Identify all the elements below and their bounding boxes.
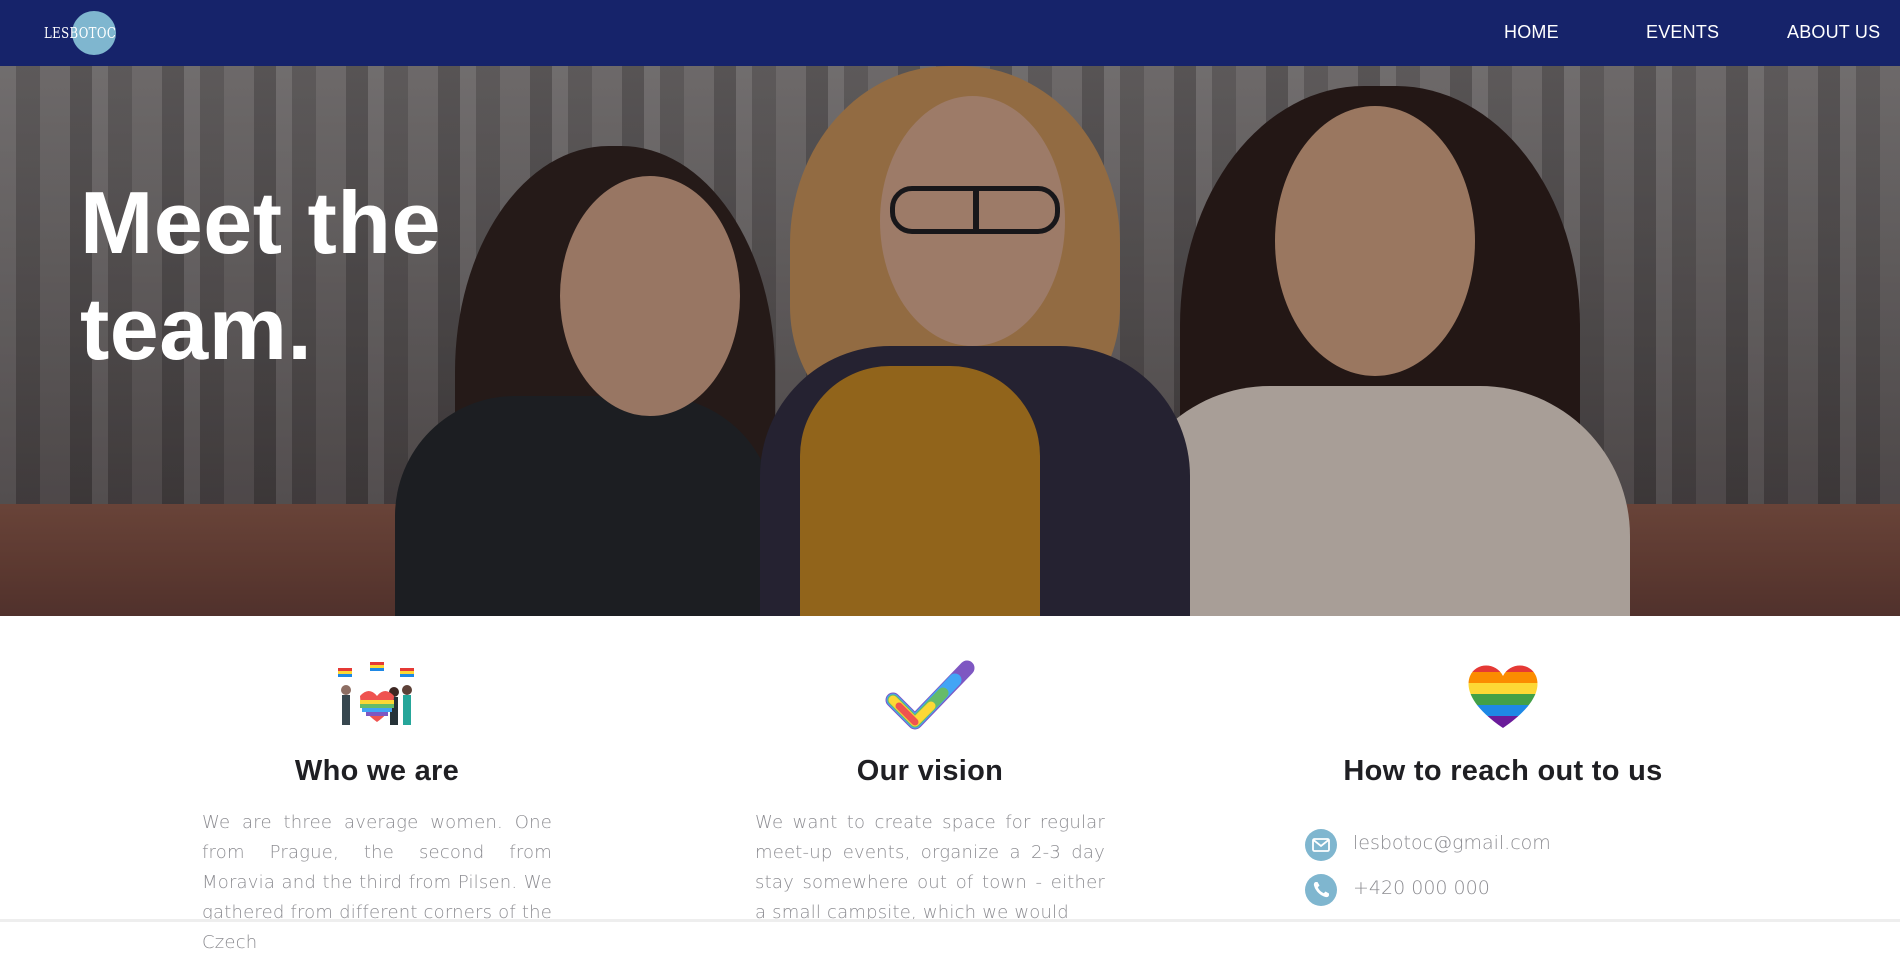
rainbow-heart-icon: [1468, 665, 1538, 728]
mail-icon: [1305, 829, 1337, 861]
our-vision-heading: Our vision: [856, 755, 1004, 787]
phone-icon: [1305, 874, 1337, 906]
site-logo[interactable]: LESBOTOC: [44, 10, 117, 56]
our-vision-text: We want to create space for regular meet…: [755, 812, 1105, 923]
hero-banner: Meet the team.: [0, 66, 1900, 616]
contact-heading: How to reach out to us: [1343, 755, 1663, 787]
contact-phone-text[interactable]: +420 000 000: [1353, 877, 1490, 899]
logo-text: LESBOTOC: [44, 24, 117, 42]
rainbow-checkmark-icon: [885, 660, 975, 730]
contact-email-text[interactable]: lesbotoc@gmail.com: [1353, 832, 1551, 854]
who-we-are-text: We are three average women. One from Pra…: [202, 812, 552, 953]
top-navbar: LESBOTOC HOME EVENTS ABOUT US: [0, 0, 1900, 66]
hero-title-line-2: team.: [80, 279, 313, 378]
hero-title-line-1: Meet the: [80, 173, 441, 272]
pride-crowd-icon: [338, 662, 414, 725]
nav-home-link[interactable]: HOME: [1504, 22, 1559, 43]
nav-events-link[interactable]: EVENTS: [1646, 22, 1719, 43]
who-we-are-heading: Who we are: [294, 755, 460, 787]
hero-title: Meet the team.: [80, 170, 600, 382]
nav-about-us-link[interactable]: ABOUT US: [1787, 22, 1880, 43]
